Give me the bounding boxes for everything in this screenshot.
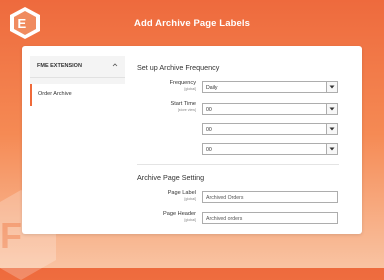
chevron-up-icon [112,63,118,67]
page-label-label: Page Label [global] [167,190,196,201]
caret-down-icon [329,107,335,111]
page-header-value: Archived orders [206,216,243,222]
caret-down-icon [329,127,335,131]
start-time-scope: [store view] [177,107,196,112]
frequency-value: Daily [206,85,218,91]
frequency-label: Frequency [global] [169,80,196,91]
page-header-input[interactable]: Archived orders [202,212,338,224]
start-time-minute-value: 00 [206,127,212,133]
minute-dropdown-button[interactable] [326,124,337,134]
frequency-dropdown-button[interactable] [326,82,337,92]
sidebar-section-label: FME EXTENSION [37,63,82,69]
page-header-text: Page Header [163,211,196,217]
sidebar-section-toggle[interactable]: FME EXTENSION [30,56,125,78]
sidebar: FME EXTENSION Order Archive [30,56,125,106]
svg-text:F: F [0,215,22,256]
frequency-label-text: Frequency [169,80,196,86]
page-label-scope: [global] [184,196,196,201]
page-label-text: Page Label [167,190,196,196]
hour-dropdown-button[interactable] [326,104,337,114]
sidebar-item-label: Order Archive [38,91,72,97]
section-divider [137,164,339,165]
caret-down-icon [329,85,335,89]
sidebar-item-order-archive[interactable]: Order Archive [30,84,125,106]
start-time-second-select[interactable]: 00 [202,143,338,155]
caret-down-icon [329,147,335,151]
frequency-section-title: Set up Archive Frequency [137,63,220,72]
start-time-minute-select[interactable]: 00 [202,123,338,135]
start-time-label-text: Start Time [170,101,197,107]
second-dropdown-button[interactable] [326,144,337,154]
start-time-second-value: 00 [206,147,212,153]
page-header-scope: [global] [184,217,196,222]
start-time-hour-value: 00 [206,107,212,113]
start-time-label: Start Time [store view] [170,101,197,112]
page-title: Add Archive Page Labels [134,18,250,29]
config-panel: FME EXTENSION Order Archive Set up Archi… [22,46,362,234]
frequency-scope: [global] [184,86,196,91]
frequency-select[interactable]: Daily [202,81,338,93]
page-section-title: Archive Page Setting [137,173,205,182]
page-header-label: Page Header [global] [163,211,196,222]
page-label-input[interactable]: Archived Orders [202,191,338,203]
page-label-value: Archived Orders [206,195,244,201]
start-time-hour-select[interactable]: 00 [202,103,338,115]
